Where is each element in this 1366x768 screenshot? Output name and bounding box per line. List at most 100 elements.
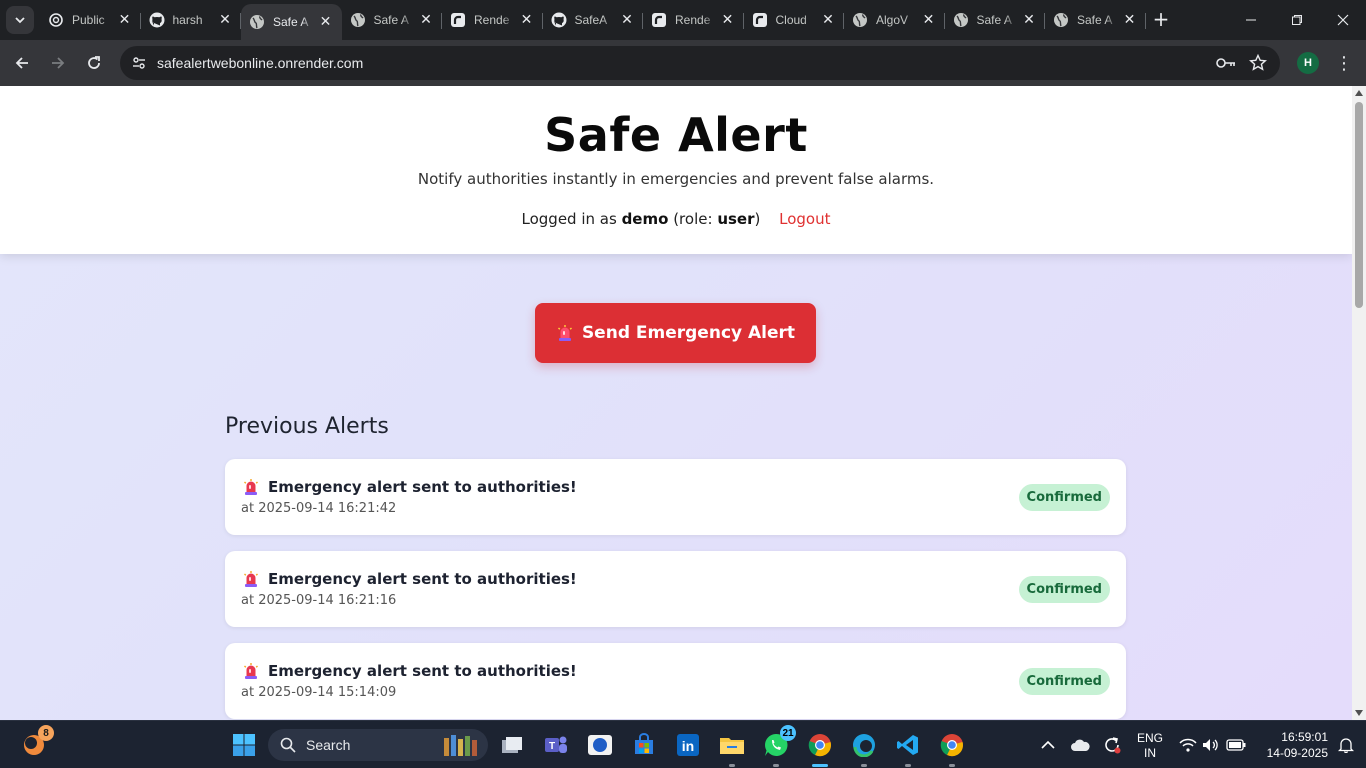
- site-header: Safe Alert Notify authorities instantly …: [0, 86, 1352, 254]
- tab-title: Cloud: [775, 13, 807, 27]
- clock[interactable]: 16:59:01 14-09-2025: [1256, 729, 1328, 761]
- tab-search-button[interactable]: [6, 6, 34, 34]
- chrome-icon: [808, 734, 831, 757]
- role-prefix: (role:: [673, 210, 713, 228]
- address-bar[interactable]: safealertwebonline.onrender.com: [120, 46, 1280, 80]
- role-suffix: ): [754, 210, 761, 228]
- language-indicator[interactable]: ENG IN: [1130, 731, 1170, 761]
- tab[interactable]: harsh ✕: [141, 4, 242, 36]
- running-indicator: [773, 764, 779, 767]
- chrome-app-active[interactable]: [804, 729, 836, 767]
- windows-taskbar: 8 Search T in 21 ENG IN 16:59:01 14-09-2…: [0, 720, 1366, 768]
- tab-close-icon[interactable]: ✕: [619, 12, 635, 28]
- whatsapp-app[interactable]: 21: [760, 725, 796, 767]
- github-icon: [551, 12, 567, 28]
- tab-close-icon[interactable]: ✕: [720, 12, 736, 28]
- unstop-app[interactable]: [584, 729, 616, 761]
- url-text[interactable]: safealertwebonline.onrender.com: [157, 55, 363, 71]
- vscode-app[interactable]: [892, 729, 924, 767]
- scrollbar-thumb[interactable]: [1355, 102, 1363, 308]
- edge-app[interactable]: [848, 729, 880, 767]
- render-icon: [752, 12, 768, 28]
- chrome-profile-app[interactable]: [936, 729, 968, 767]
- alert-message-text: Emergency alert sent to authorities!: [268, 478, 577, 496]
- tab[interactable]: SafeA ✕: [543, 4, 644, 36]
- tab-close-icon[interactable]: ✕: [117, 12, 133, 28]
- battery-icon: [1226, 739, 1246, 751]
- widgets-button[interactable]: 8: [18, 725, 54, 761]
- render-icon: [450, 12, 466, 28]
- show-hidden-icons-button[interactable]: [1032, 729, 1064, 761]
- teams-app[interactable]: T: [540, 729, 572, 761]
- tab-title: Safe A: [976, 13, 1012, 27]
- tab-close-icon[interactable]: ✕: [1021, 12, 1037, 28]
- arrow-left-icon: [15, 57, 28, 69]
- site-info-icon[interactable]: [128, 52, 150, 74]
- running-indicator: [861, 764, 867, 767]
- scroll-up-arrow-icon[interactable]: [1355, 90, 1363, 96]
- start-button[interactable]: [228, 729, 260, 761]
- chevron-down-icon: [15, 17, 25, 24]
- globe-icon: [953, 12, 969, 28]
- tab-close-icon[interactable]: ✕: [1122, 12, 1138, 28]
- restore-button[interactable]: [1274, 0, 1320, 40]
- tab[interactable]: Cloud ✕: [744, 4, 845, 36]
- search-icon: [280, 737, 296, 753]
- bookmark-star-icon[interactable]: [1248, 53, 1268, 73]
- language-line-2: IN: [1144, 746, 1156, 760]
- page-title: Safe Alert: [544, 108, 808, 162]
- tab[interactable]: Rende ✕: [643, 4, 744, 36]
- reload-button[interactable]: [79, 48, 109, 78]
- forward-button[interactable]: [43, 48, 73, 78]
- tab-active[interactable]: Safe A ✕: [241, 4, 342, 40]
- tab-close-icon[interactable]: ✕: [519, 12, 535, 28]
- sync-icon: [1105, 737, 1121, 754]
- volume-icon: [1203, 739, 1218, 751]
- minimize-icon: [1246, 19, 1256, 21]
- tab-close-icon[interactable]: ✕: [921, 12, 937, 28]
- tab[interactable]: Rende ✕: [442, 4, 543, 36]
- sync-tray[interactable]: [1096, 729, 1128, 761]
- alert-message-text: Emergency alert sent to authorities!: [268, 662, 577, 680]
- browser-menu-icon[interactable]: ⋮: [1334, 52, 1354, 74]
- tab-close-icon[interactable]: ✕: [318, 14, 334, 30]
- globe-icon: [350, 12, 366, 28]
- scroll-down-arrow-icon[interactable]: [1355, 710, 1363, 716]
- widgets-badge: 8: [38, 725, 54, 741]
- minimize-button[interactable]: [1228, 0, 1274, 40]
- reload-icon: [88, 56, 100, 69]
- battery-tray[interactable]: [1220, 729, 1252, 761]
- tab[interactable]: Safe A ✕: [1045, 4, 1146, 36]
- cloud-icon: [1071, 739, 1090, 751]
- alert-timestamp: at 2025-09-14 16:21:42: [241, 501, 397, 516]
- tab[interactable]: AlgoV ✕: [844, 4, 945, 36]
- send-emergency-alert-button[interactable]: Send Emergency Alert: [535, 303, 816, 363]
- logout-link[interactable]: Logout: [779, 210, 830, 228]
- password-key-icon[interactable]: [1216, 53, 1236, 73]
- microsoft-store-app[interactable]: [628, 729, 660, 761]
- onedrive-tray[interactable]: [1064, 729, 1096, 761]
- tab[interactable]: Safe A ✕: [945, 4, 1046, 36]
- taskbar-search-label: Search: [306, 737, 351, 753]
- task-view-button[interactable]: [496, 729, 528, 761]
- tab-close-icon[interactable]: ✕: [217, 12, 233, 28]
- profile-avatar[interactable]: H: [1297, 52, 1319, 74]
- login-status: Logged in as demo (role: user) Logout: [0, 210, 1352, 228]
- siren-icon: [242, 478, 260, 496]
- file-explorer-app[interactable]: [716, 729, 748, 767]
- new-tab-button[interactable]: +: [1150, 7, 1172, 31]
- linkedin-app[interactable]: in: [672, 729, 704, 761]
- status-badge: Confirmed: [1018, 668, 1110, 695]
- tab[interactable]: Safe A ✕: [342, 4, 443, 36]
- taskbar-search[interactable]: Search: [268, 729, 488, 761]
- tab[interactable]: Public ✕: [40, 4, 141, 36]
- render-icon: [651, 12, 667, 28]
- back-button[interactable]: [7, 48, 37, 78]
- close-window-button[interactable]: [1320, 0, 1366, 40]
- notification-bell-icon: [1338, 738, 1354, 753]
- notifications-button[interactable]: [1330, 729, 1362, 761]
- clock-time: 16:59:01: [1281, 730, 1328, 744]
- tab-close-icon[interactable]: ✕: [820, 12, 836, 28]
- tab-close-icon[interactable]: ✕: [418, 12, 434, 28]
- page-scrollbar[interactable]: [1352, 86, 1366, 720]
